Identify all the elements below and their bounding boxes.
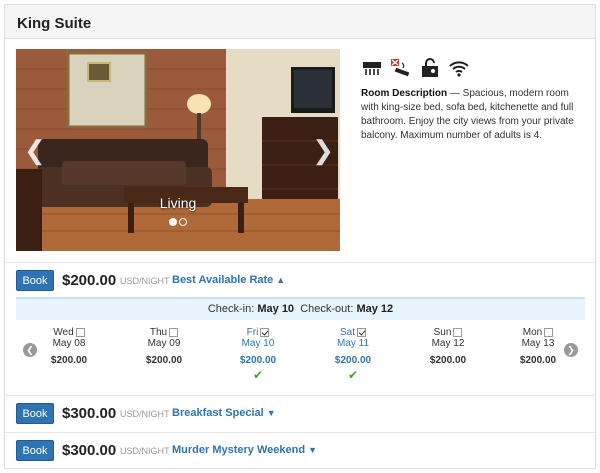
day-cell: Sun May 12 $200.00 xyxy=(413,327,483,366)
rate-name: Best Available Rate xyxy=(172,274,274,286)
day-cell-selected: Sat May 11 $200.00 ✔ xyxy=(318,327,388,381)
chevron-down-icon: ▼ xyxy=(308,445,317,455)
room-photo-carousel[interactable]: ❮ ❯ Living xyxy=(16,49,340,251)
day-of-week: Mon xyxy=(522,327,543,338)
day-date: May 10 xyxy=(241,338,275,349)
rate-price: $300.00 xyxy=(62,442,117,459)
day-of-week: Sat xyxy=(339,327,355,338)
heater-icon xyxy=(363,62,381,75)
dates-next-icon[interactable]: ❯ xyxy=(564,343,578,357)
available-check-icon: ✔ xyxy=(347,368,359,382)
day-checkbox[interactable] xyxy=(169,328,179,337)
day-date: May 09 xyxy=(147,338,181,349)
no-smoking-icon xyxy=(391,59,410,77)
day-date: May 08 xyxy=(52,338,86,349)
rate-price: $200.00 xyxy=(62,272,117,289)
carousel-dot-1[interactable] xyxy=(169,218,177,226)
carousel-prev-icon[interactable]: ❮ xyxy=(24,137,46,163)
rate-name: Murder Mystery Weekend xyxy=(172,444,306,456)
rate-name-link[interactable]: Best Available Rate ▲ xyxy=(172,274,285,286)
carousel-dot-2[interactable] xyxy=(179,218,187,226)
rate-price: $300.00 xyxy=(62,405,117,422)
day-checkbox[interactable] xyxy=(260,328,270,337)
day-of-week: Fri xyxy=(246,327,259,338)
day-checkbox[interactable] xyxy=(453,328,463,337)
rate-name-link[interactable]: Murder Mystery Weekend ▼ xyxy=(172,444,317,456)
rate-unit: USD/NIGHT xyxy=(120,276,170,286)
day-of-week: Sun xyxy=(433,327,452,338)
checkout-label: Check-out: xyxy=(300,303,354,315)
book-button[interactable]: Book xyxy=(16,403,54,424)
day-cell: Thu May 09 $200.00 xyxy=(129,327,199,366)
rate-unit: USD/NIGHT xyxy=(120,409,170,419)
checkin-date: May 10 xyxy=(257,303,295,315)
carousel-dots xyxy=(16,217,340,229)
rate-row-breakfast: Book $300.00 USD/NIGHT Breakfast Special… xyxy=(5,395,595,431)
description-label: Room Description xyxy=(361,88,448,99)
day-price: $200.00 xyxy=(239,355,277,366)
checkin-label: Check-in: xyxy=(207,303,255,315)
rate-row-best-available: Book $200.00 USD/NIGHT Best Available Ra… xyxy=(5,262,595,298)
day-date: May 11 xyxy=(336,338,370,349)
day-of-week: Wed xyxy=(53,327,74,338)
room-title: King Suite xyxy=(17,15,92,32)
day-of-week: Thu xyxy=(149,327,168,338)
carousel-next-icon[interactable]: ❯ xyxy=(312,137,334,163)
room-header: King Suite xyxy=(5,5,595,39)
day-date: May 12 xyxy=(431,338,465,349)
day-checkbox[interactable] xyxy=(75,328,85,337)
chevron-up-icon: ▲ xyxy=(276,275,286,285)
rate-name: Breakfast Special xyxy=(172,407,264,419)
day-price: $200.00 xyxy=(50,355,88,366)
available-check-icon: ✔ xyxy=(252,368,264,382)
checkout-date: May 12 xyxy=(356,303,394,315)
photo-caption: Living xyxy=(159,195,197,211)
day-price: $200.00 xyxy=(429,355,467,366)
date-strip: ❮ Wed May 08 $200.00 Thu May 09 $200.00 … xyxy=(16,327,585,387)
book-button[interactable]: Book xyxy=(16,270,54,291)
rate-row-murder-mystery: Book $300.00 USD/NIGHT Murder Mystery We… xyxy=(5,432,595,468)
day-price: $200.00 xyxy=(519,355,557,366)
rate-name-link[interactable]: Breakfast Special ▼ xyxy=(172,407,276,419)
day-cell-selected: Fri May 10 $200.00 ✔ xyxy=(223,327,293,381)
day-price: $200.00 xyxy=(334,355,372,366)
room-card: King Suite ❮ ❯ Living Room Description —… xyxy=(4,4,596,469)
rate-unit: USD/NIGHT xyxy=(120,446,170,456)
day-checkbox[interactable] xyxy=(544,328,554,337)
room-description: Room Description — Spacious, modern room… xyxy=(361,87,589,143)
day-cell: Wed May 08 $200.00 xyxy=(34,327,104,366)
stay-summary-bar: Check-in: May 10 Check-out: May 12 xyxy=(16,297,585,320)
day-price: $200.00 xyxy=(145,355,183,366)
day-checkbox[interactable] xyxy=(357,328,366,337)
chevron-down-icon: ▼ xyxy=(266,408,276,418)
book-button[interactable]: Book xyxy=(16,440,54,461)
day-cell: Mon May 13 $200.00 xyxy=(503,327,573,366)
wifi-icon xyxy=(449,61,469,77)
amenity-icons xyxy=(361,57,474,79)
day-date: May 13 xyxy=(521,338,555,349)
safe-icon xyxy=(422,58,439,77)
